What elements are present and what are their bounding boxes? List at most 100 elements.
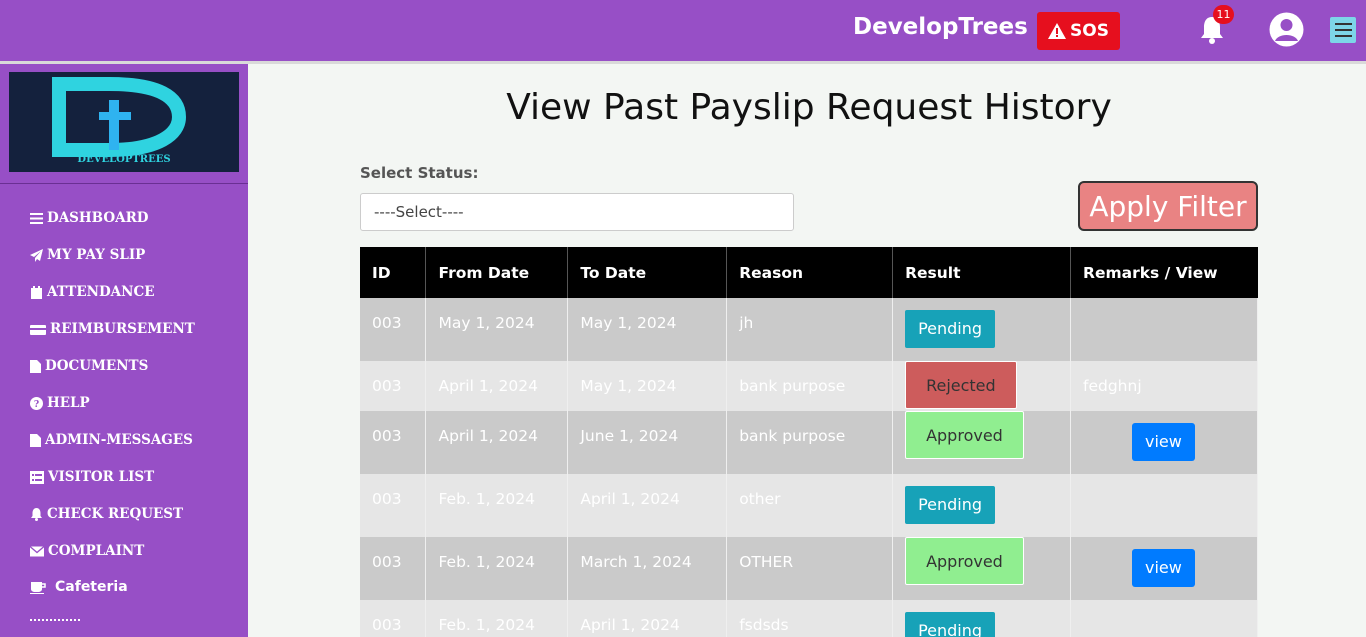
cell-id: 003 xyxy=(360,537,427,600)
cell-id: 003 xyxy=(360,361,427,411)
sidebar-item-complaint[interactable]: COMPLAINT xyxy=(30,543,144,559)
sidebar-item-admin-messages[interactable]: ADMIN-MESSAGES xyxy=(30,432,193,448)
sidebar-item-label: Cafeteria xyxy=(55,579,128,595)
sos-button[interactable]: SOS xyxy=(1037,12,1120,50)
status-badge: Pending xyxy=(905,486,996,524)
svg-text:?: ? xyxy=(34,400,39,410)
sidebar-item-my-pay-slip[interactable]: MY PAY SLIP xyxy=(30,247,145,263)
sidebar-item-label: HELP xyxy=(47,395,90,411)
list-alt-icon xyxy=(30,470,44,484)
column-header: From Date xyxy=(425,247,569,298)
cell-from-date: April 1, 2024 xyxy=(425,411,569,474)
sidebar-item-label: MY PAY SLIP xyxy=(47,247,146,263)
file-icon xyxy=(30,359,41,373)
status-select[interactable]: ----Select---- xyxy=(360,193,794,231)
question-icon: ? xyxy=(30,396,43,410)
logo-text: DEVELOPTREES xyxy=(77,154,170,165)
cell-remarks: view xyxy=(1070,411,1258,474)
sidebar-item-label: CHECK REQUEST xyxy=(47,506,184,522)
cell-result: Approved xyxy=(892,411,1072,474)
cell-from-date: May 1, 2024 xyxy=(425,298,569,361)
table-header-row: ID From Date To Date Reason Result Remar… xyxy=(360,247,1258,298)
cell-result: Pending xyxy=(892,474,1072,537)
cell-to-date: April 1, 2024 xyxy=(567,474,728,537)
envelope-icon xyxy=(30,545,44,556)
sidebar-item-label: DOCUMENTS xyxy=(45,358,149,374)
sidebar-item-label: VISITOR LIST xyxy=(48,469,155,485)
payslip-history-table: ID From Date To Date Reason Result Remar… xyxy=(360,247,1258,637)
page-title: View Past Payslip Request History xyxy=(506,87,1112,128)
table-row: 003 Feb. 1, 2024 March 1, 2024 OTHER App… xyxy=(360,537,1258,600)
status-badge: Pending xyxy=(905,612,996,637)
table-row: 003 May 1, 2024 May 1, 2024 jh Pending xyxy=(360,298,1258,361)
table-row: 003 April 1, 2024 May 1, 2024 bank purpo… xyxy=(360,361,1258,411)
column-header: Remarks / View xyxy=(1070,247,1258,298)
brand-name: DevelopTrees xyxy=(853,14,1028,40)
cell-result: Pending xyxy=(892,600,1072,637)
user-avatar-icon[interactable] xyxy=(1269,12,1304,47)
cell-to-date: June 1, 2024 xyxy=(567,411,728,474)
hamburger-menu-icon[interactable] xyxy=(1330,17,1356,43)
cell-remarks xyxy=(1070,474,1258,537)
view-button[interactable]: view xyxy=(1132,423,1195,461)
table-row: 003 April 1, 2024 June 1, 2024 bank purp… xyxy=(360,411,1258,474)
column-header: Reason xyxy=(726,247,894,298)
status-badge: Pending xyxy=(905,310,996,348)
sidebar-item-help[interactable]: ? HELP xyxy=(30,395,90,411)
sidebar-item-cutoff xyxy=(30,619,80,621)
sidebar-item-documents[interactable]: DOCUMENTS xyxy=(30,358,148,374)
cell-to-date: March 1, 2024 xyxy=(567,537,728,600)
sidebar-divider xyxy=(0,183,248,184)
sidebar-item-label: ATTENDANCE xyxy=(47,284,155,300)
cell-id: 003 xyxy=(360,411,427,474)
status-badge: Approved xyxy=(905,537,1024,585)
credit-card-icon xyxy=(30,324,46,335)
cell-from-date: April 1, 2024 xyxy=(425,361,569,411)
cell-result: Pending xyxy=(892,298,1072,361)
paper-plane-icon xyxy=(30,248,43,262)
sidebar-item-cafeteria[interactable]: Cafeteria xyxy=(30,579,128,595)
cell-id: 003 xyxy=(360,474,427,537)
sidebar-item-label: REIMBURSEMENT xyxy=(50,321,195,337)
sidebar: DEVELOPTREES DASHBOARD MY PAY SLIP ATTEN… xyxy=(0,64,248,637)
cell-from-date: Feb. 1, 2024 xyxy=(425,474,569,537)
cell-from-date: Feb. 1, 2024 xyxy=(425,537,569,600)
sos-label: SOS xyxy=(1070,21,1109,41)
cell-result: Rejected xyxy=(892,361,1072,411)
status-badge: Rejected xyxy=(905,361,1017,409)
cell-reason: jh xyxy=(726,298,894,361)
apply-filter-button[interactable]: Apply Filter xyxy=(1078,181,1258,231)
table-row: 003 Feb. 1, 2024 April 1, 2024 other Pen… xyxy=(360,474,1258,537)
cell-id: 003 xyxy=(360,298,427,361)
notification-badge: 11 xyxy=(1213,5,1234,24)
sidebar-item-check-request[interactable]: CHECK REQUEST xyxy=(30,506,183,522)
cell-remarks xyxy=(1070,600,1258,637)
sidebar-item-label: DASHBOARD xyxy=(47,210,149,226)
view-button[interactable]: view xyxy=(1132,549,1195,587)
sidebar-item-reimbursement[interactable]: REIMBURSEMENT xyxy=(30,321,195,337)
cell-remarks: fedghnj xyxy=(1070,361,1258,411)
bell-icon xyxy=(31,507,42,521)
table-row: 003 Feb. 1, 2024 April 1, 2024 fsdsds Pe… xyxy=(360,600,1258,637)
cell-reason: bank purpose xyxy=(726,361,894,411)
sidebar-item-dashboard[interactable]: DASHBOARD xyxy=(30,210,149,226)
cell-id: 003 xyxy=(360,600,427,637)
cell-to-date: April 1, 2024 xyxy=(567,600,728,637)
cell-reason: fsdsds xyxy=(726,600,894,637)
column-header: To Date xyxy=(567,247,728,298)
coffee-icon xyxy=(30,581,46,594)
cell-from-date: Feb. 1, 2024 xyxy=(425,600,569,637)
company-logo: DEVELOPTREES xyxy=(9,72,239,172)
cell-to-date: May 1, 2024 xyxy=(567,361,728,411)
calendar-icon xyxy=(31,285,42,299)
cell-reason: OTHER xyxy=(726,537,894,600)
cell-to-date: May 1, 2024 xyxy=(567,298,728,361)
status-badge: Approved xyxy=(905,411,1024,459)
sidebar-item-label: ADMIN-MESSAGES xyxy=(45,432,193,448)
cell-reason: bank purpose xyxy=(726,411,894,474)
status-label: Select Status: xyxy=(360,164,479,182)
sidebar-item-visitor-list[interactable]: VISITOR LIST xyxy=(30,469,154,485)
sidebar-item-attendance[interactable]: ATTENDANCE xyxy=(30,284,155,300)
column-header: Result xyxy=(892,247,1072,298)
sidebar-item-label: COMPLAINT xyxy=(48,543,145,559)
